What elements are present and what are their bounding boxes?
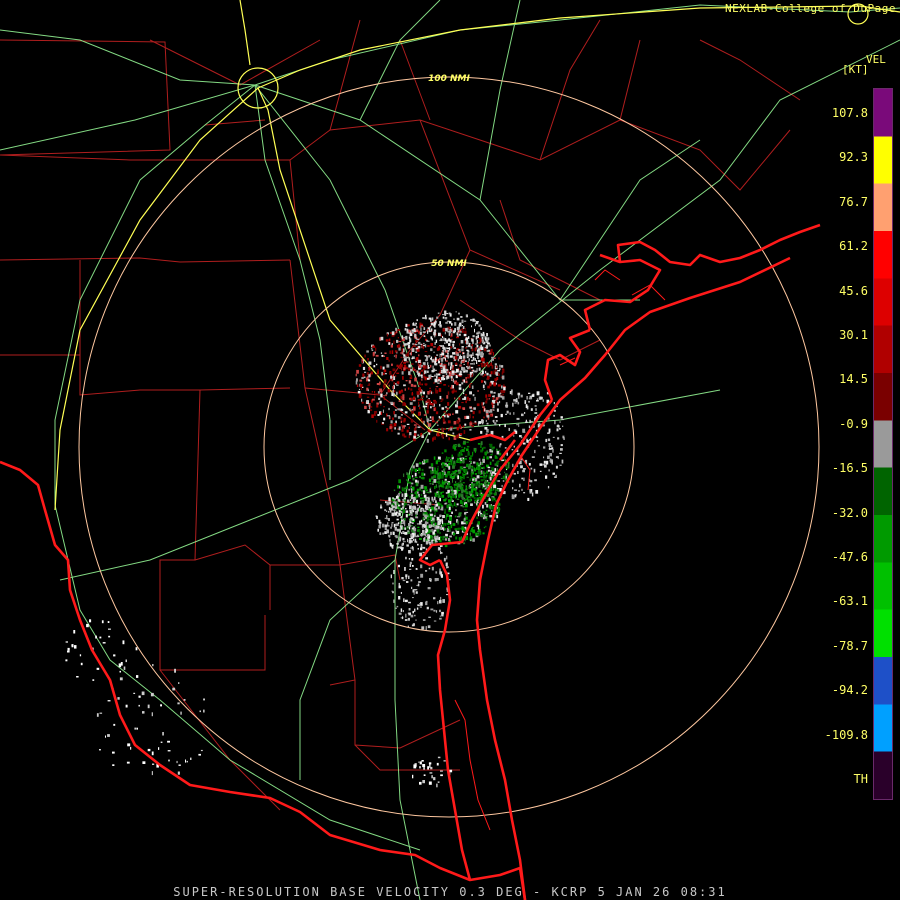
legend-label: 107.8 xyxy=(831,106,868,120)
credit-label: NEXLAB-College of DuPage xyxy=(725,2,896,15)
legend-label: -63.1 xyxy=(831,594,868,609)
legend-label: -16.5 xyxy=(831,461,868,476)
legend-label: -78.7 xyxy=(831,638,868,653)
legend-label: 14.5 xyxy=(839,372,868,387)
legend-label: TH xyxy=(853,772,868,786)
velocity-colorbar xyxy=(873,88,893,800)
range-ring-label-50: 50 NMI xyxy=(431,259,467,269)
product-footer: SUPER-RESOLUTION BASE VELOCITY 0.3 DEG -… xyxy=(173,885,727,899)
legend-label: 92.3 xyxy=(839,150,868,165)
legend-label: 30.1 xyxy=(839,328,868,342)
legend-label: 45.6 xyxy=(839,283,868,298)
legend-label: -94.2 xyxy=(831,683,868,698)
legend-label: 61.2 xyxy=(839,239,868,254)
legend-label: -109.8 xyxy=(824,727,868,742)
legend-unit-label: [KT] xyxy=(842,63,869,76)
legend-label: -0.9 xyxy=(839,416,868,431)
radar-map: 50 NMI 100 NMI xyxy=(0,0,900,900)
range-ring-label-100: 100 NMI xyxy=(428,74,470,84)
legend-label: -47.6 xyxy=(831,550,868,564)
legend-label: -32.0 xyxy=(831,505,868,520)
legend-product-label: VEL xyxy=(866,53,886,66)
legend-label: 76.7 xyxy=(839,194,868,209)
